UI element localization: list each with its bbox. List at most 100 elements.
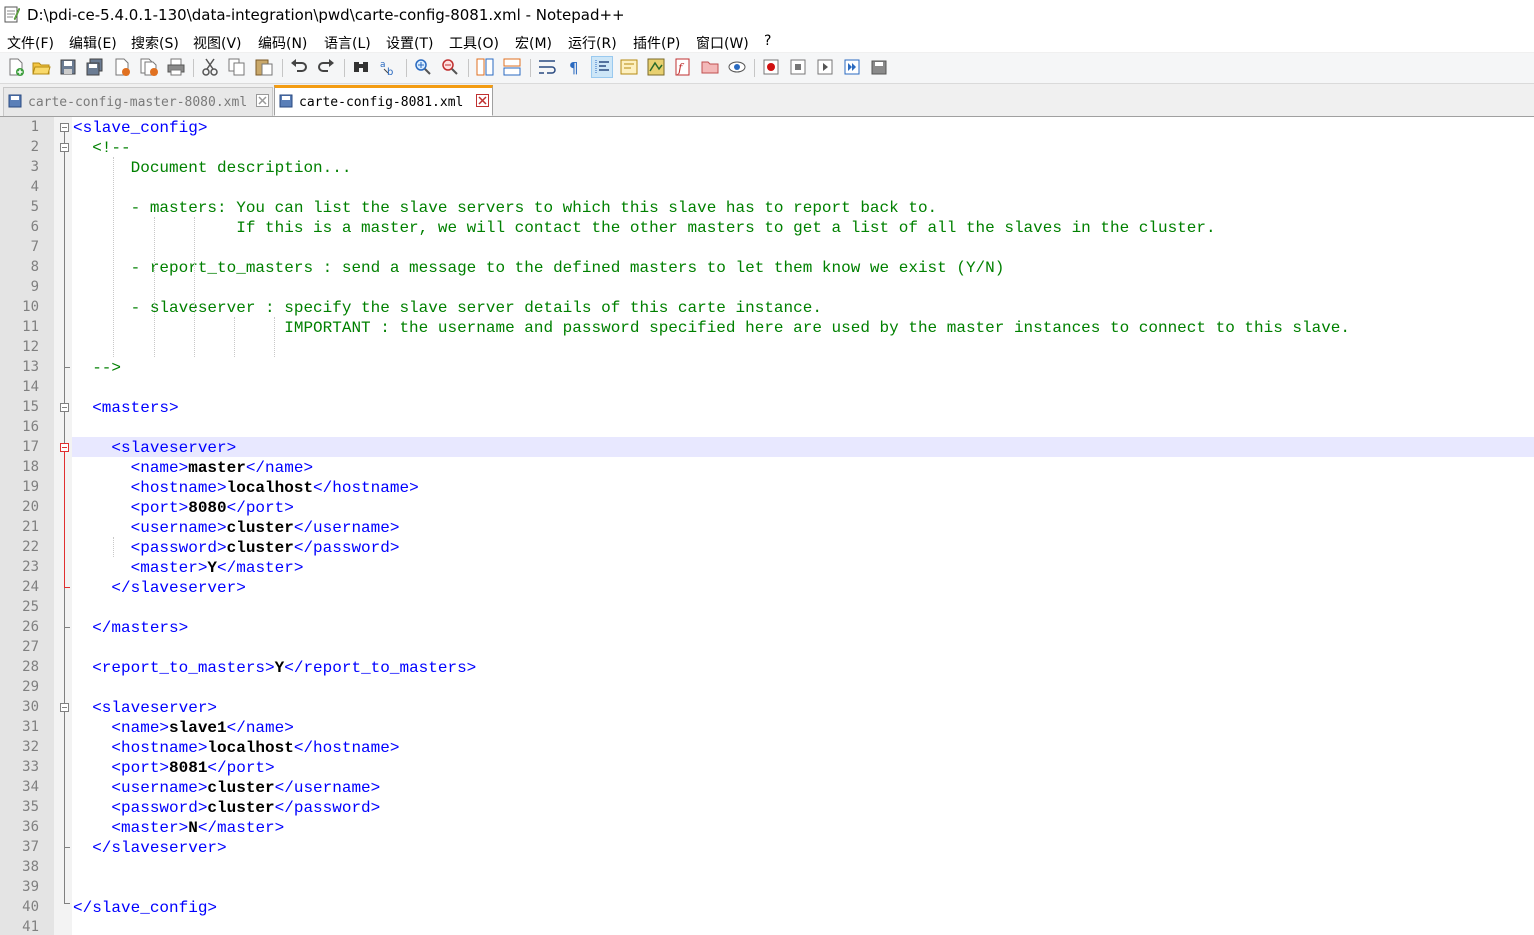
code-line[interactable]: 5 - masters: You can list the slave serv…	[0, 197, 1534, 217]
find-icon[interactable]	[351, 57, 371, 77]
macro-play-icon[interactable]	[815, 57, 835, 77]
tab-carte-config-master-8080[interactable]: carte-config-master-8080.xml	[3, 87, 273, 116]
xml-value: 8081	[169, 759, 208, 777]
sync-vertical-icon[interactable]	[475, 57, 495, 77]
code-line[interactable]: 33 <port>8081</port>	[0, 757, 1534, 777]
code-line[interactable]: 18 <name>master</name>	[0, 457, 1534, 477]
tab-carte-config-8081[interactable]: carte-config-8081.xml	[274, 85, 493, 116]
menu-help[interactable]: ?	[764, 33, 771, 49]
fold-toggle-icon[interactable]	[60, 403, 69, 412]
word-wrap-icon[interactable]	[537, 57, 557, 77]
zoom-out-icon[interactable]	[440, 57, 460, 77]
macro-record-icon[interactable]	[761, 57, 781, 77]
paste-icon[interactable]	[254, 57, 274, 77]
code-line[interactable]: 4	[0, 177, 1534, 197]
new-file-icon[interactable]	[6, 57, 26, 77]
fold-toggle-icon[interactable]	[60, 123, 69, 132]
code-line[interactable]: 11 IMPORTANT : the username and password…	[0, 317, 1534, 337]
open-file-icon[interactable]	[31, 57, 51, 77]
code-line[interactable]: 26 </masters>	[0, 617, 1534, 637]
xml-tag: </port>	[226, 499, 294, 517]
menu-view[interactable]: 视图(V)	[193, 33, 242, 53]
menu-window[interactable]: 窗口(W)	[696, 33, 749, 53]
code-line[interactable]: 13 -->	[0, 357, 1534, 377]
fold-toggle-icon[interactable]	[60, 443, 69, 452]
menu-edit[interactable]: 编辑(E)	[69, 33, 117, 53]
code-line[interactable]: 37 </slaveserver>	[0, 837, 1534, 857]
code-line[interactable]: 14	[0, 377, 1534, 397]
code-line[interactable]: 21 <username>cluster</username>	[0, 517, 1534, 537]
code-line[interactable]: 41	[0, 917, 1534, 935]
code-line[interactable]: 23 <master>Y</master>	[0, 557, 1534, 577]
line-number: 7	[30, 239, 39, 255]
code-editor[interactable]: 1 <slave_config> 2 <!-- 3 Document descript…	[0, 117, 1534, 935]
code-line[interactable]: 15 <masters>	[0, 397, 1534, 417]
fold-toggle-icon[interactable]	[60, 143, 69, 152]
menu-plugins[interactable]: 插件(P)	[633, 33, 680, 53]
tab-close-icon[interactable]	[256, 94, 269, 107]
replace-icon[interactable]: ab	[378, 57, 398, 77]
redo-icon[interactable]	[316, 57, 336, 77]
xml-tag	[73, 139, 92, 157]
zoom-in-icon[interactable]	[413, 57, 433, 77]
code-line[interactable]: 34 <username>cluster</username>	[0, 777, 1534, 797]
macro-stop-icon[interactable]	[788, 57, 808, 77]
close-icon[interactable]	[112, 57, 132, 77]
macro-run-multiple-icon[interactable]	[842, 57, 862, 77]
show-all-chars-icon[interactable]: ¶	[564, 57, 584, 77]
code-line[interactable]: 32 <hostname>localhost</hostname>	[0, 737, 1534, 757]
code-line[interactable]: 2 <!--	[0, 137, 1534, 157]
code-line[interactable]: 25	[0, 597, 1534, 617]
code-line[interactable]: 27	[0, 637, 1534, 657]
code-line[interactable]: 19 <hostname>localhost</hostname>	[0, 477, 1534, 497]
sync-horizontal-icon[interactable]	[502, 57, 522, 77]
undo-icon[interactable]	[289, 57, 309, 77]
code-line[interactable]: 6 If this is a master, we will contact t…	[0, 217, 1534, 237]
menu-encoding[interactable]: 编码(N)	[258, 33, 307, 53]
code-line[interactable]: 35 <password>cluster</password>	[0, 797, 1534, 817]
code-line[interactable]: 1 <slave_config>	[0, 117, 1534, 137]
code-line[interactable]: 22 <password>cluster</password>	[0, 537, 1534, 557]
function-list-icon[interactable]: f	[673, 57, 693, 77]
menu-tools[interactable]: 工具(O)	[449, 33, 499, 53]
cut-icon[interactable]	[200, 57, 220, 77]
doc-map-icon[interactable]	[646, 57, 666, 77]
code-line[interactable]: 7	[0, 237, 1534, 257]
menu-settings[interactable]: 设置(T)	[386, 33, 433, 53]
code-line[interactable]: 9	[0, 277, 1534, 297]
code-line[interactable]: 3 Document description...	[0, 157, 1534, 177]
line-text: </slaveserver>	[73, 839, 226, 857]
fold-toggle-icon[interactable]	[60, 703, 69, 712]
menu-file[interactable]: 文件(F)	[7, 33, 54, 53]
code-line[interactable]: 38	[0, 857, 1534, 877]
tab-close-icon[interactable]	[476, 94, 489, 107]
copy-icon[interactable]	[227, 57, 247, 77]
code-line[interactable]: 40 </slave_config>	[0, 897, 1534, 917]
folder-workspace-icon[interactable]	[700, 57, 720, 77]
save-all-icon[interactable]	[85, 57, 105, 77]
code-line[interactable]: 24 </slaveserver>	[0, 577, 1534, 597]
code-line[interactable]: 17 <slaveserver>	[0, 437, 1534, 457]
code-line[interactable]: 12	[0, 337, 1534, 357]
user-lang-icon[interactable]	[619, 57, 639, 77]
menu-language[interactable]: 语言(L)	[324, 33, 371, 53]
code-line[interactable]: 30 <slaveserver>	[0, 697, 1534, 717]
code-line[interactable]: 29	[0, 677, 1534, 697]
menu-search[interactable]: 搜索(S)	[131, 33, 179, 53]
close-all-icon[interactable]	[139, 57, 159, 77]
code-line[interactable]: 16	[0, 417, 1534, 437]
print-icon[interactable]	[166, 57, 186, 77]
code-line[interactable]: 20 <port>8080</port>	[0, 497, 1534, 517]
code-line[interactable]: 31 <name>slave1</name>	[0, 717, 1534, 737]
monitor-icon[interactable]	[727, 57, 747, 77]
macro-save-icon[interactable]	[869, 57, 889, 77]
menu-run[interactable]: 运行(R)	[568, 33, 617, 53]
code-line[interactable]: 10 - slaveserver : specify the slave ser…	[0, 297, 1534, 317]
indent-guide-icon[interactable]	[591, 56, 613, 78]
code-line[interactable]: 8 - report_to_masters : send a message t…	[0, 257, 1534, 277]
code-line[interactable]: 28 <report_to_masters>Y</report_to_maste…	[0, 657, 1534, 677]
save-icon[interactable]	[58, 57, 78, 77]
code-line[interactable]: 36 <master>N</master>	[0, 817, 1534, 837]
code-line[interactable]: 39	[0, 877, 1534, 897]
menu-macro[interactable]: 宏(M)	[515, 33, 552, 53]
